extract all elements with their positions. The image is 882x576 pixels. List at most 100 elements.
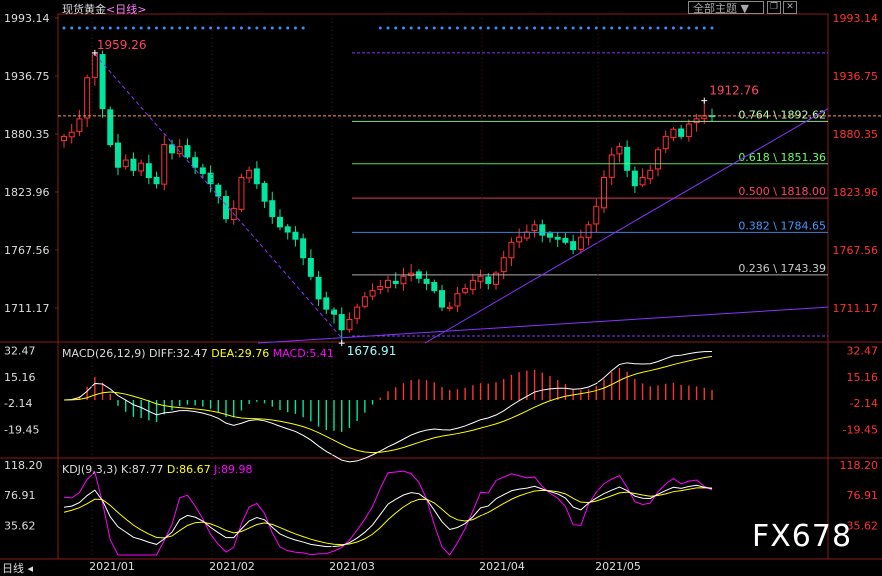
candle-body xyxy=(678,128,685,137)
candle-body xyxy=(446,306,453,309)
candle-body xyxy=(269,200,276,218)
kdj-name: KDJ(9,3,3) xyxy=(62,463,118,476)
candle-body xyxy=(68,131,75,138)
signal-dot xyxy=(124,26,128,30)
signal-dot xyxy=(301,26,305,30)
signal-dot xyxy=(679,26,683,30)
candle-body xyxy=(61,135,67,142)
signal-dot xyxy=(517,26,521,30)
candle-body xyxy=(130,158,137,171)
low-annotation: 1676.91 xyxy=(347,344,397,358)
signal-dot xyxy=(386,26,390,30)
signal-dot xyxy=(139,26,143,30)
fib-level-label: 0.764 \ 1892.62 xyxy=(738,108,826,121)
candle-body xyxy=(616,146,623,155)
signal-dot xyxy=(563,26,567,30)
x-tick-label: 2021/02 xyxy=(209,560,255,573)
theme-menu-label: 全部主题 xyxy=(693,2,737,15)
candle-body xyxy=(115,142,121,168)
candle-body xyxy=(76,118,83,132)
signal-dot xyxy=(70,26,74,30)
macd-dif-line xyxy=(63,350,713,463)
signal-dot xyxy=(471,26,475,30)
signal-dot xyxy=(494,26,498,30)
signal-dot xyxy=(293,26,297,30)
signal-dot xyxy=(93,26,97,30)
signal-dot xyxy=(216,26,220,30)
candle-body xyxy=(693,118,700,124)
candle-body xyxy=(84,77,91,119)
signal-dot xyxy=(641,26,645,30)
y-tick-label-right: 1936.75 xyxy=(833,70,879,83)
kdj-y-tick-right: 76.91 xyxy=(847,489,879,502)
candle-body xyxy=(593,205,600,225)
candle-body xyxy=(361,296,368,307)
macd-y-tick-left: 15.16 xyxy=(4,371,36,384)
high-annotation: 1959.26 xyxy=(97,38,147,52)
signal-dot xyxy=(486,26,490,30)
fib-level-label: 0.236 \ 1743.39 xyxy=(738,262,826,275)
period-tab[interactable]: 日线 ◂ xyxy=(2,560,33,576)
y-tick-label-left: 1767.56 xyxy=(4,244,50,257)
candle-body xyxy=(284,226,291,233)
candle-body xyxy=(554,236,561,240)
candle-body xyxy=(562,237,569,243)
macd-y-tick-left: -2.14 xyxy=(4,397,32,410)
candle-body xyxy=(523,231,530,239)
kdj-k: K:87.77 xyxy=(121,463,164,476)
y-tick-label-right: 1880.35 xyxy=(833,128,879,141)
candle-body xyxy=(508,241,515,259)
chart-canvas: 1993.14 1993.14 1936.75 1936.75 1880.35 1880.… xyxy=(0,12,882,573)
signal-dot xyxy=(533,26,537,30)
signal-dot xyxy=(178,26,182,30)
candle-body xyxy=(570,241,577,251)
candle-body xyxy=(601,177,607,209)
kdj-y-tick-left: 76.91 xyxy=(4,489,36,502)
signal-dot xyxy=(147,26,151,30)
signal-dot xyxy=(108,26,112,30)
macd-histogram xyxy=(71,367,713,432)
signal-dot xyxy=(101,26,105,30)
candle-body xyxy=(608,154,615,178)
signal-dot xyxy=(710,26,714,30)
signal-dot xyxy=(239,26,243,30)
signal-dot xyxy=(77,26,81,30)
macd-y-tick-right: 32.47 xyxy=(847,344,879,357)
candle-body xyxy=(639,177,646,186)
candles xyxy=(61,50,715,344)
macd-value: MACD:5.41 xyxy=(272,347,334,360)
candle-body xyxy=(169,144,175,154)
y-tick-label-right: 1993.14 xyxy=(833,12,879,25)
signal-dot xyxy=(432,26,436,30)
window-restore-icon[interactable]: ❐ xyxy=(767,1,781,14)
candle-body xyxy=(631,170,638,187)
candle-body xyxy=(439,290,445,308)
candle-body xyxy=(277,216,283,228)
kdj-d: D:86.67 xyxy=(166,463,211,476)
signal-dot xyxy=(263,26,267,30)
candle-body xyxy=(577,236,584,250)
signal-dot xyxy=(525,26,529,30)
signal-dot xyxy=(131,26,135,30)
candle-body xyxy=(122,159,129,168)
signal-dot xyxy=(394,26,398,30)
candle-body xyxy=(670,128,677,139)
signal-dot xyxy=(378,26,382,30)
candle-body xyxy=(485,276,492,284)
kdj-j: J:89.98 xyxy=(214,463,253,476)
signal-dot xyxy=(155,26,159,30)
close-icon[interactable]: ✕ xyxy=(783,1,797,14)
signal-dot xyxy=(671,26,675,30)
candle-body xyxy=(315,276,322,300)
y-tick-label-left: 1711.17 xyxy=(4,302,50,315)
signal-dot xyxy=(278,26,282,30)
theme-menu-button[interactable]: 全部主题 ▼ xyxy=(688,1,764,15)
y-tick-label-right: 1767.56 xyxy=(833,244,879,257)
signal-dot xyxy=(695,26,699,30)
candle-body xyxy=(323,297,330,310)
signal-dot xyxy=(409,26,413,30)
signal-dot xyxy=(556,26,560,30)
candle-body xyxy=(261,183,268,202)
last-high-annotation: 1912.76 xyxy=(709,84,759,98)
signal-dot xyxy=(401,26,405,30)
